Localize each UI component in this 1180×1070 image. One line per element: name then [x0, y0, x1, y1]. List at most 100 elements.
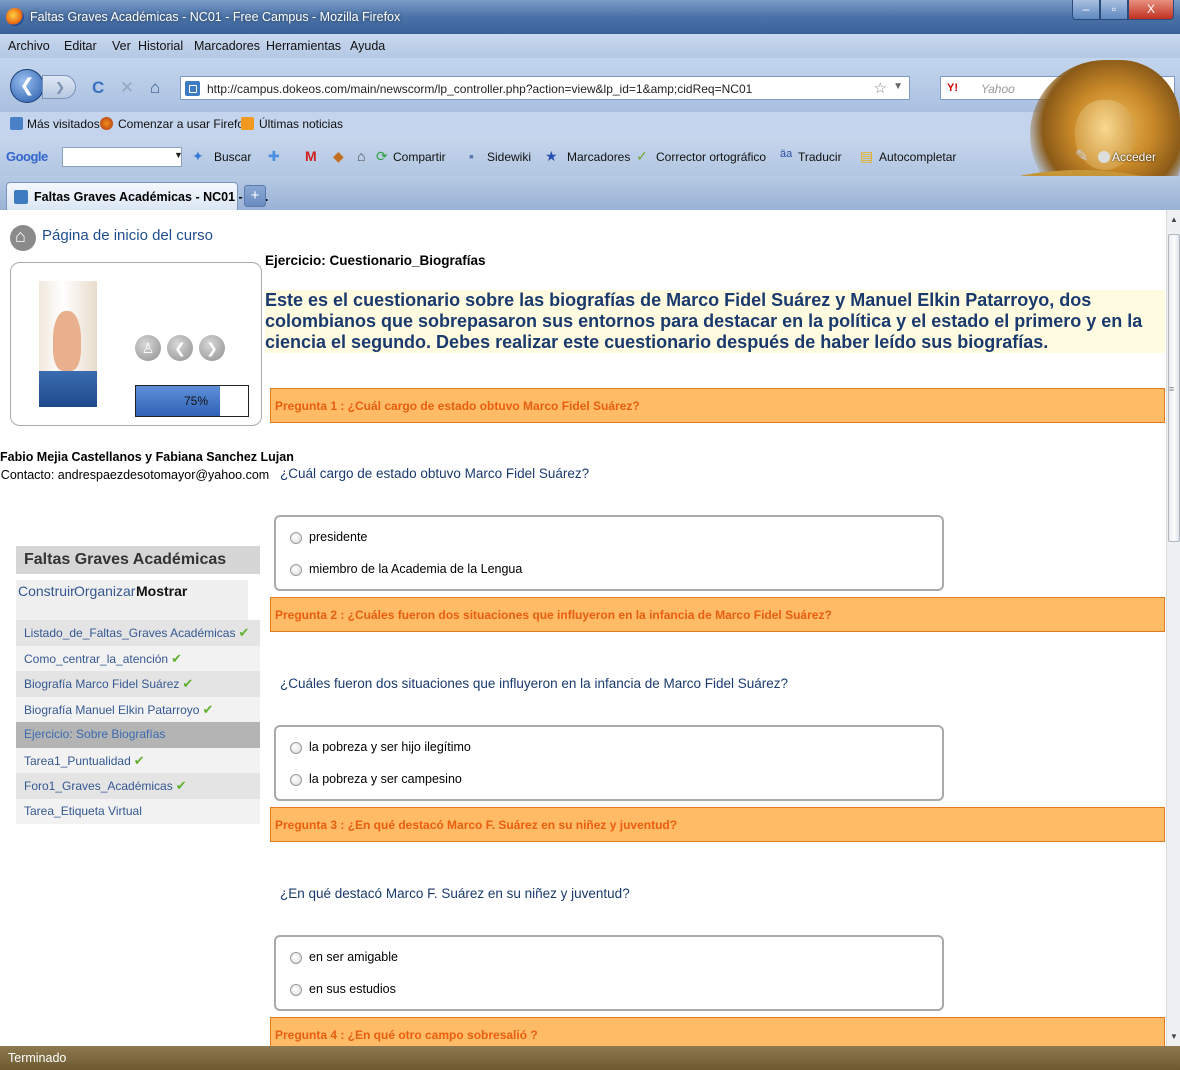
toc-item-label[interactable]: Ejercicio: Sobre Biografías: [24, 727, 165, 741]
menu-marcadores[interactable]: Marcadores: [194, 39, 260, 53]
toc-item-label[interactable]: Listado_de_Faltas_Graves Académicas: [24, 626, 235, 640]
sidewiki-icon: ▪: [469, 148, 474, 164]
author-view-icon[interactable]: ♙: [135, 335, 161, 361]
account-icon: [1098, 151, 1110, 163]
radio-button[interactable]: [290, 984, 302, 996]
close-button[interactable]: X: [1128, 0, 1174, 20]
most-visited-icon: [10, 117, 23, 130]
gmail-icon[interactable]: M: [305, 148, 317, 164]
site-favicon-icon: [185, 81, 200, 96]
bookmark-comenzar-firefox[interactable]: Comenzar a usar Firefox: [118, 117, 250, 131]
tab-active[interactable]: Faltas Graves Académicas - NC01 - Fr...: [6, 182, 268, 210]
toc-item[interactable]: Biografía Manuel Elkin Patarroyo ✔: [16, 696, 260, 722]
url-dropdown-icon[interactable]: ▼: [893, 81, 903, 92]
question-header-label: Pregunta 2 : ¿Cuáles fueron dos situacio…: [275, 608, 832, 622]
radio-button[interactable]: [290, 952, 302, 964]
next-icon[interactable]: ❯: [199, 335, 225, 361]
menu-ver[interactable]: Ver: [112, 39, 131, 53]
toc-item-label[interactable]: Biografía Manuel Elkin Patarroyo: [24, 703, 199, 717]
bookmark-ultimas-noticias[interactable]: Últimas noticias: [259, 117, 343, 131]
bookmark-star-icon[interactable]: ☆: [874, 79, 887, 97]
menu-archivo[interactable]: Archivo: [8, 39, 50, 53]
toc-item[interactable]: Ejercicio: Sobre Biografías: [16, 722, 260, 748]
url-bar[interactable]: http://campus.dokeos.com/main/newscorm/l…: [180, 76, 910, 100]
wrench-icon[interactable]: ✎: [1075, 146, 1088, 166]
toolbar-sidewiki[interactable]: Sidewiki: [487, 150, 531, 164]
google-search-dropdown-icon[interactable]: ▼: [174, 150, 183, 160]
completed-check-icon: ✔: [175, 778, 187, 793]
toc-item[interactable]: Tarea1_Puntualidad ✔: [16, 747, 260, 773]
question-text: ¿Cuál cargo de estado obtuvo Marco Fidel…: [280, 466, 590, 481]
toolbar-traducir[interactable]: Traducir: [798, 150, 842, 164]
radio-button[interactable]: [290, 532, 302, 544]
author-name: Fabio Mejia Castellanos y Fabiana Sanche…: [0, 450, 294, 464]
bookmarks-star-icon: ★: [545, 148, 558, 164]
scroll-up-icon[interactable]: ▲: [1170, 215, 1178, 224]
translate-icon: äa: [780, 148, 793, 160]
forward-button[interactable]: ❯: [42, 75, 76, 99]
question-header: Pregunta 1 : ¿Cuál cargo de estado obtuv…: [270, 388, 1165, 423]
toc-item[interactable]: Como_centrar_la_atención ✔: [16, 645, 260, 671]
stop-icon[interactable]: ✕: [120, 78, 134, 98]
menu-herramientas[interactable]: Herramientas: [266, 39, 341, 53]
reload-icon[interactable]: C: [92, 78, 104, 98]
menu-historial[interactable]: Historial: [138, 39, 183, 53]
new-tab-button[interactable]: +: [244, 185, 266, 207]
toc-tab-construir[interactable]: Construir: [18, 583, 75, 599]
scroll-down-icon[interactable]: ▼: [1170, 1032, 1178, 1041]
answer-label[interactable]: en sus estudios: [309, 982, 396, 996]
progress-bar: 75%: [135, 385, 249, 417]
answer-label[interactable]: la pobreza y ser hijo ilegítimo: [309, 740, 471, 754]
toc-item[interactable]: Biografía Marco Fidel Suárez ✔: [16, 671, 260, 697]
rss-icon: [241, 117, 254, 130]
answer-label[interactable]: en ser amigable: [309, 950, 398, 964]
bookmark-mas-visitados[interactable]: Más visitados: [27, 117, 100, 131]
toc-item[interactable]: Listado_de_Faltas_Graves Académicas ✔: [16, 620, 260, 646]
url-text[interactable]: http://campus.dokeos.com/main/newscorm/l…: [207, 82, 752, 96]
toc-item-label[interactable]: Tarea1_Puntualidad: [24, 754, 131, 768]
menu-ayuda[interactable]: Ayuda: [350, 39, 385, 53]
answer-label[interactable]: miembro de la Academia de la Lengua: [309, 562, 522, 576]
status-bar: Terminado: [0, 1046, 1180, 1070]
toolbar-corrector[interactable]: Corrector ortográfico: [656, 150, 766, 164]
question-text: ¿En qué destacó Marco F. Suárez en su ni…: [280, 886, 630, 901]
back-button[interactable]: ❮: [10, 69, 44, 103]
toolbar-compartir[interactable]: Compartir: [393, 150, 446, 164]
toc-tab-mostrar[interactable]: Mostrar: [136, 583, 187, 599]
maximize-button[interactable]: ▫: [1100, 0, 1128, 20]
vertical-scrollbar[interactable]: ▲ ≡ ▼: [1166, 210, 1180, 1046]
menu-editar[interactable]: Editar: [64, 39, 97, 53]
scroll-grip-icon: ≡: [1169, 384, 1175, 394]
signin-link[interactable]: Acceder: [1112, 150, 1156, 164]
toc-item[interactable]: Tarea_Etiqueta Virtual: [16, 798, 260, 824]
toc-title-label: Faltas Graves Académicas: [24, 551, 227, 568]
toolbar-autocompletar[interactable]: Autocompletar: [879, 150, 956, 164]
toc-item[interactable]: Foro1_Graves_Académicas ✔: [16, 773, 260, 799]
page-content: Página de inicio del curso ♙ ❮ ❯ 75% Fab…: [0, 210, 1180, 1046]
toc-item-label[interactable]: Tarea_Etiqueta Virtual: [24, 804, 142, 818]
home-tool-icon[interactable]: ⌂: [357, 148, 365, 164]
toc-item-label[interactable]: Biografía Marco Fidel Suárez: [24, 677, 179, 691]
previous-icon[interactable]: ❮: [167, 335, 193, 361]
toc-item-label[interactable]: Foro1_Graves_Académicas: [24, 779, 173, 793]
plus-icon[interactable]: ✚: [268, 148, 280, 165]
author-image: [39, 281, 97, 407]
toc-tab-organizar[interactable]: Organizar: [74, 583, 135, 599]
toolbar-marcadores[interactable]: Marcadores: [567, 150, 630, 164]
radio-button[interactable]: [290, 742, 302, 754]
answer-label[interactable]: la pobreza y ser campesino: [309, 772, 462, 786]
answer-label[interactable]: presidente: [309, 530, 367, 544]
home-icon[interactable]: ⌂: [150, 78, 160, 98]
bookmark-tool-icon[interactable]: ◆: [333, 148, 344, 165]
yahoo-icon[interactable]: Y!: [947, 82, 958, 94]
question-header: Pregunta 2 : ¿Cuáles fueron dos situacio…: [270, 597, 1165, 632]
toolbar-buscar[interactable]: Buscar: [214, 150, 251, 164]
radio-button[interactable]: [290, 774, 302, 786]
google-search-input[interactable]: [62, 147, 182, 167]
tab-strip: Faltas Graves Académicas - NC01 - Fr... …: [0, 176, 1180, 210]
radio-button[interactable]: [290, 564, 302, 576]
course-home-label[interactable]: Página de inicio del curso: [42, 227, 213, 244]
toc-item-label[interactable]: Como_centrar_la_atención: [24, 652, 168, 666]
google-logo: Google: [6, 149, 48, 164]
minimize-button[interactable]: –: [1072, 0, 1100, 20]
